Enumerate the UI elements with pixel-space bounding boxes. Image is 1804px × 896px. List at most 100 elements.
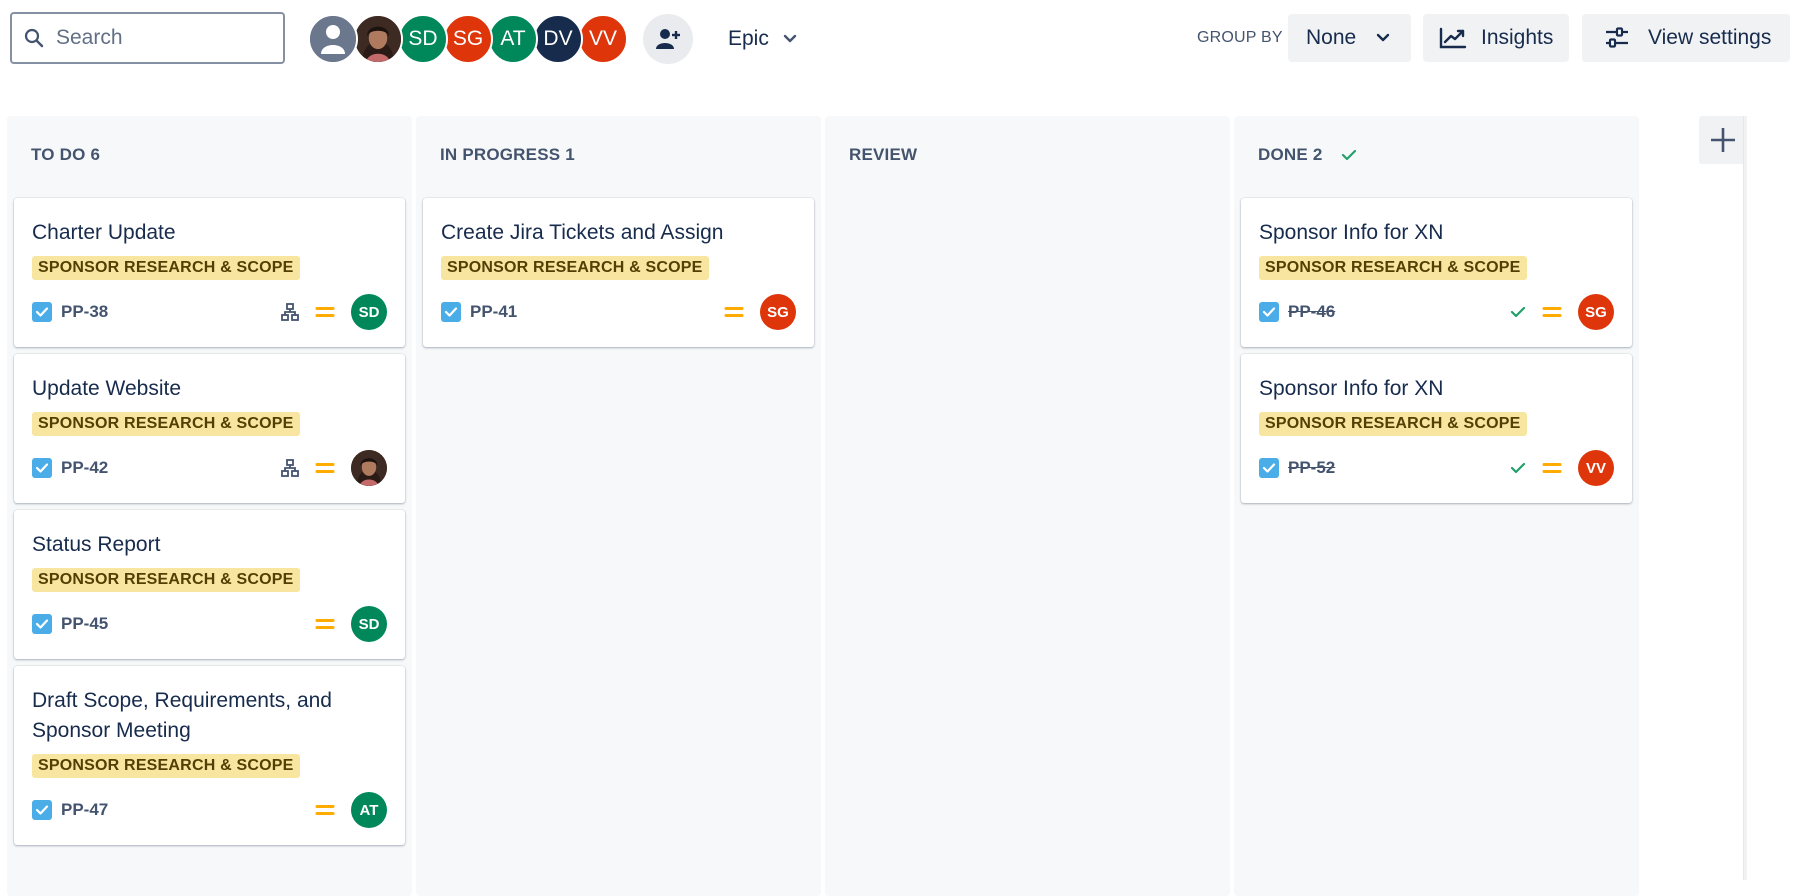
assignee-avatar[interactable]: SD bbox=[351, 606, 387, 642]
user-avatar-photo[interactable] bbox=[353, 14, 403, 64]
assignee-initials: VV bbox=[1585, 459, 1606, 477]
plus-icon bbox=[1708, 125, 1738, 155]
view-settings-button[interactable]: View settings bbox=[1582, 14, 1790, 62]
assignee-avatar-photo[interactable] bbox=[351, 450, 387, 486]
issue-card[interactable]: Sponsor Info for XN SPONSOR RESEARCH & SC… bbox=[1241, 198, 1632, 347]
add-column-button[interactable] bbox=[1699, 116, 1746, 164]
issue-key-text: PP-38 bbox=[61, 302, 109, 321]
card-footer: PP-45 SD bbox=[32, 606, 387, 642]
add-people-button[interactable] bbox=[643, 14, 693, 64]
unassigned-avatar[interactable] bbox=[308, 14, 358, 64]
card-title: Status Report bbox=[32, 533, 161, 556]
assignee-initials: SD bbox=[358, 303, 380, 321]
assignee-initials: SG bbox=[1585, 303, 1607, 321]
assignee-avatar[interactable]: AT bbox=[351, 792, 387, 828]
issue-key-text: PP-52 bbox=[1288, 458, 1336, 477]
issue-card[interactable]: Sponsor Info for XN SPONSOR RESEARCH & SC… bbox=[1241, 354, 1632, 503]
column-name: TO DO bbox=[31, 145, 86, 164]
issue-card[interactable]: Draft Scope, Requirements, and Sponsor M… bbox=[14, 666, 405, 845]
child-issues-icon[interactable] bbox=[281, 303, 299, 321]
avatar-initials: AT bbox=[500, 27, 526, 50]
assignee-avatar[interactable]: VV bbox=[1578, 450, 1614, 486]
issue-key-text: PP-42 bbox=[61, 458, 109, 477]
issue-key[interactable]: PP-38 bbox=[32, 302, 108, 322]
priority-medium-icon bbox=[315, 305, 335, 319]
column-header: TO DO 6 bbox=[31, 143, 100, 167]
assignee-avatar[interactable]: SG bbox=[1578, 294, 1614, 330]
task-type-icon bbox=[32, 458, 52, 478]
issue-key[interactable]: PP-45 bbox=[32, 614, 108, 634]
card-meta: AT bbox=[315, 792, 387, 828]
search-icon bbox=[24, 28, 44, 48]
group-by-label: GROUP BY bbox=[1197, 29, 1283, 46]
card-meta: VV bbox=[1510, 450, 1614, 486]
column-count: 1 bbox=[565, 145, 575, 164]
insights-button[interactable]: Insights bbox=[1423, 14, 1569, 62]
card-footer: PP-52 VV bbox=[1259, 450, 1614, 486]
issue-card[interactable]: Create Jira Tickets and Assign SPONSOR RE… bbox=[423, 198, 814, 347]
group-by-dropdown[interactable]: None bbox=[1288, 14, 1411, 62]
epic-filter-label: Epic bbox=[728, 27, 769, 50]
assignee-avatar[interactable]: SD bbox=[351, 294, 387, 330]
issue-card[interactable]: Charter Update SPONSOR RESEARCH & SCOPE PP… bbox=[14, 198, 405, 347]
column-title: DONE 2 bbox=[1258, 145, 1323, 165]
user-avatar[interactable]: SG bbox=[443, 14, 493, 64]
user-avatar[interactable]: VV bbox=[578, 14, 628, 64]
column-in-progress: IN PROGRESS 1 Create Jira Tickets and Assi… bbox=[416, 116, 821, 896]
epic-lozenge: SPONSOR RESEARCH & SCOPE bbox=[32, 568, 300, 592]
group-by-value: None bbox=[1306, 26, 1357, 49]
column-title: REVIEW bbox=[849, 145, 917, 165]
priority-medium-icon bbox=[1542, 461, 1562, 475]
done-check-icon bbox=[1510, 461, 1526, 475]
column-review: REVIEW bbox=[825, 116, 1230, 896]
issue-card[interactable]: Status Report SPONSOR RESEARCH & SCOPE PP-… bbox=[14, 510, 405, 659]
card-title: Draft Scope, Requirements, and Sponsor M… bbox=[32, 689, 332, 742]
card-list: Charter Update SPONSOR RESEARCH & SCOPE PP… bbox=[14, 198, 405, 852]
issue-key-text: PP-45 bbox=[61, 614, 109, 633]
card-footer: PP-47 AT bbox=[32, 792, 387, 828]
assignee-initials: SD bbox=[358, 615, 380, 633]
priority-medium-icon bbox=[724, 305, 744, 319]
epic-lozenge: SPONSOR RESEARCH & SCOPE bbox=[1259, 412, 1527, 436]
avatar-initials: SD bbox=[408, 27, 438, 50]
card-footer: PP-42 bbox=[32, 450, 387, 486]
task-type-icon bbox=[32, 302, 52, 322]
issue-key[interactable]: PP-41 bbox=[441, 302, 517, 322]
done-check-icon bbox=[1341, 148, 1357, 162]
epic-filter-dropdown[interactable]: Epic bbox=[716, 16, 809, 62]
task-type-icon bbox=[441, 302, 461, 322]
card-footer: PP-41 SG bbox=[441, 294, 796, 330]
column-name: DONE bbox=[1258, 145, 1308, 164]
avatar-group: SD SG AT DV VV bbox=[308, 14, 628, 64]
epic-lozenge: SPONSOR RESEARCH & SCOPE bbox=[32, 754, 300, 778]
avatar-initials: VV bbox=[588, 27, 617, 50]
epic-lozenge: SPONSOR RESEARCH & SCOPE bbox=[32, 412, 300, 436]
search-input[interactable] bbox=[54, 25, 258, 51]
card-footer: PP-46 SG bbox=[1259, 294, 1614, 330]
card-title: Update Website bbox=[32, 377, 182, 400]
issue-key[interactable]: PP-46 bbox=[1259, 302, 1335, 322]
priority-medium-icon bbox=[315, 803, 335, 817]
task-type-icon bbox=[1259, 302, 1279, 322]
search-box[interactable] bbox=[10, 12, 285, 64]
assignee-initials: AT bbox=[359, 801, 379, 819]
card-title: Charter Update bbox=[32, 221, 176, 244]
assignee-avatar[interactable]: SG bbox=[760, 294, 796, 330]
user-avatar[interactable]: AT bbox=[488, 14, 538, 64]
board-scroll-edge[interactable] bbox=[1744, 116, 1747, 880]
avatar-initials: DV bbox=[543, 27, 573, 50]
card-title: Sponsor Info for XN bbox=[1259, 221, 1444, 244]
priority-medium-icon bbox=[1542, 305, 1562, 319]
issue-key[interactable]: PP-47 bbox=[32, 800, 108, 820]
sliders-icon bbox=[1604, 27, 1630, 49]
child-issues-icon[interactable] bbox=[281, 459, 299, 477]
issue-key[interactable]: PP-42 bbox=[32, 458, 108, 478]
issue-card[interactable]: Update Website SPONSOR RESEARCH & SCOPE PP… bbox=[14, 354, 405, 503]
user-avatar[interactable]: SD bbox=[398, 14, 448, 64]
user-avatar[interactable]: DV bbox=[533, 14, 583, 64]
column-header: IN PROGRESS 1 bbox=[440, 143, 575, 167]
issue-key[interactable]: PP-52 bbox=[1259, 458, 1335, 478]
epic-lozenge: SPONSOR RESEARCH & SCOPE bbox=[441, 256, 709, 280]
card-list: Create Jira Tickets and Assign SPONSOR RE… bbox=[423, 198, 814, 354]
priority-medium-icon bbox=[315, 617, 335, 631]
